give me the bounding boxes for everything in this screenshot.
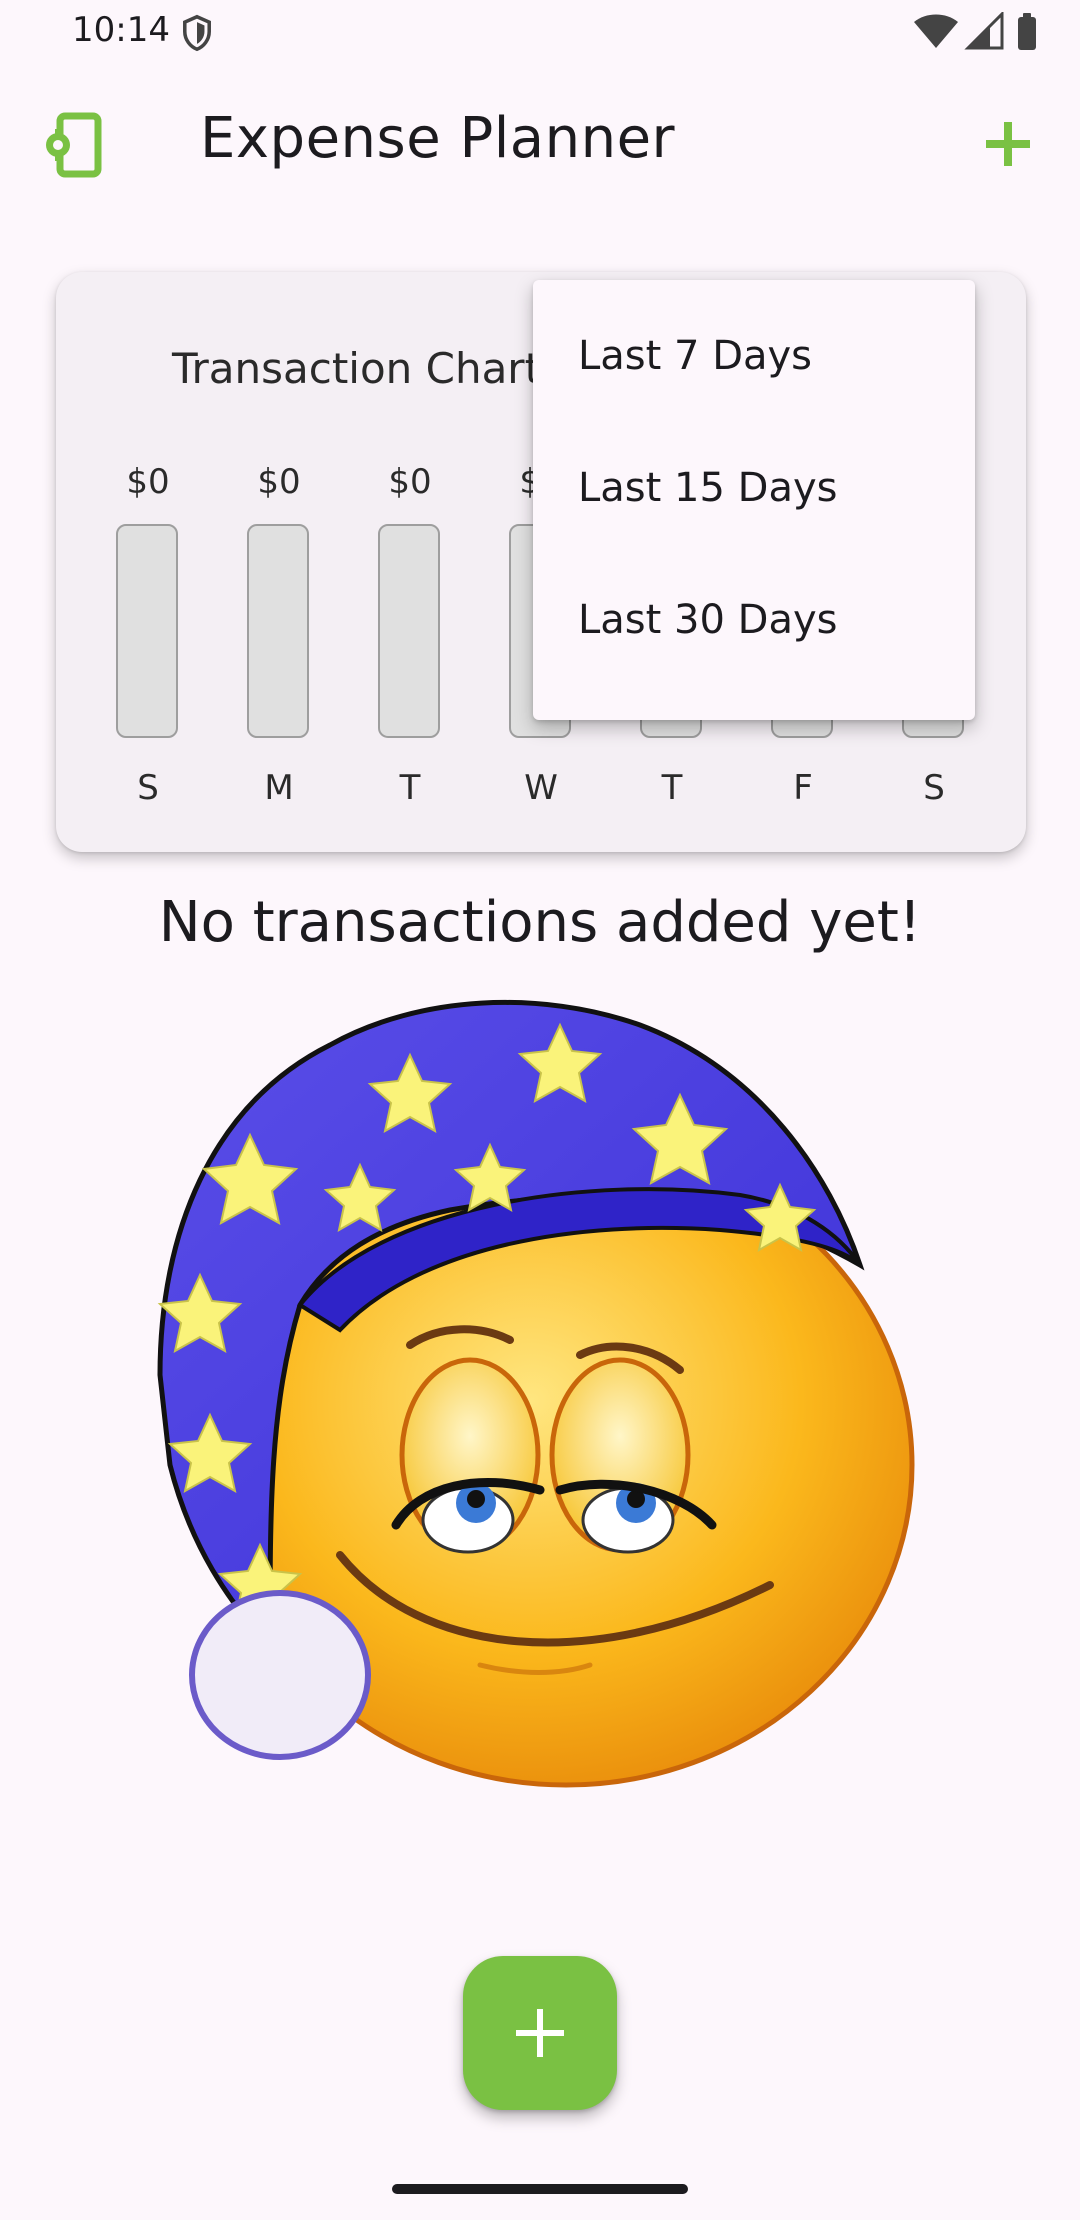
bar-day-label: T xyxy=(661,768,683,808)
app-title: Expense Planner xyxy=(200,106,676,171)
chart-bar-column: $0 M xyxy=(245,462,313,902)
phone-settings-icon[interactable] xyxy=(44,112,110,178)
bar-day-label: W xyxy=(524,768,558,808)
bar-value-label: $0 xyxy=(257,462,301,502)
chart-title: Transaction Chart xyxy=(172,344,542,393)
menu-item-last-15-days[interactable]: Last 15 Days xyxy=(533,422,975,554)
menu-item-last-7-days[interactable]: Last 7 Days xyxy=(533,290,975,422)
bar-day-label: T xyxy=(399,768,421,808)
app-bar: Expense Planner xyxy=(0,80,1080,208)
bar-track xyxy=(378,524,440,738)
add-icon xyxy=(516,2009,564,2057)
bar-day-label: F xyxy=(793,768,813,808)
empty-state-message: No transactions added yet! xyxy=(158,890,922,955)
status-time: 10:14 xyxy=(72,10,170,50)
add-icon[interactable] xyxy=(980,116,1036,172)
chart-bar-column: $0 T xyxy=(376,462,444,902)
bar-day-label: S xyxy=(923,768,945,808)
battery-icon xyxy=(1018,13,1036,50)
status-bar: 10:14 xyxy=(0,0,1080,64)
bar-track xyxy=(247,524,309,738)
status-icons xyxy=(914,12,1036,50)
bar-day-label: M xyxy=(264,768,294,808)
period-dropdown-menu: Last 7 Days Last 15 Days Last 30 Days xyxy=(533,280,975,720)
signal-icon xyxy=(964,12,1004,50)
bar-value-label: $0 xyxy=(388,462,432,502)
menu-item-last-30-days[interactable]: Last 30 Days xyxy=(533,554,975,686)
add-transaction-fab[interactable] xyxy=(463,1956,617,2110)
wifi-icon xyxy=(914,14,958,48)
shield-icon xyxy=(183,14,211,52)
sleeping-emoji-illustration xyxy=(157,999,915,1788)
bar-track xyxy=(116,524,178,738)
chart-bar-column: $0 S xyxy=(114,462,182,902)
bar-day-label: S xyxy=(137,768,159,808)
bar-value-label: $0 xyxy=(126,462,170,502)
gesture-nav-handle[interactable] xyxy=(392,2184,688,2194)
